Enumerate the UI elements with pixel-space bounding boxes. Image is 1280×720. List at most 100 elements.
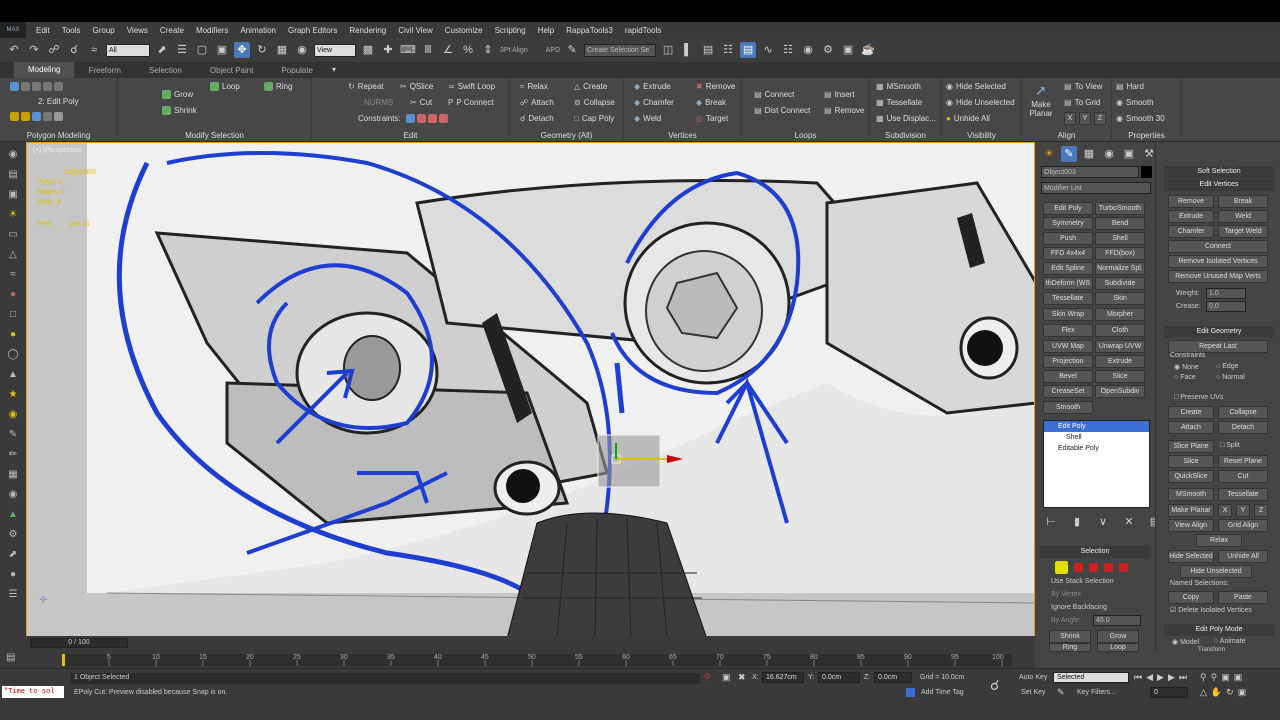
tessellate-button-rollout[interactable]: Tessellate (1218, 488, 1268, 501)
mod-skin-button[interactable]: Skin (1095, 292, 1145, 305)
app-logo[interactable]: MAX (0, 22, 26, 38)
align-x-button[interactable]: X (1064, 112, 1076, 125)
light-icon[interactable]: ☀ (5, 208, 21, 222)
extrude-button-rollout[interactable]: Extrude (1168, 210, 1214, 223)
create-button-rollout[interactable]: Create (1168, 406, 1214, 419)
element-level-icon[interactable] (1119, 563, 1128, 572)
selection-rollout-title[interactable]: Selection (1039, 546, 1151, 558)
loop-button-panel[interactable]: Loop (1097, 643, 1139, 652)
zoom-icon[interactable]: ⚲ (1200, 672, 1207, 683)
mod-cloth-button[interactable]: Cloth (1095, 324, 1145, 337)
orbit-icon[interactable]: ↻ (1226, 687, 1234, 698)
paint-icon[interactable]: ✎ (5, 428, 21, 442)
border-level-icon[interactable] (1089, 563, 1098, 572)
target-weld-button-rollout[interactable]: Target Weld (1218, 225, 1268, 238)
menu-rappatools3[interactable]: RappaTools3 (560, 26, 619, 35)
remove-unused-map-verts-button[interactable]: Remove Unused Map Verts (1168, 270, 1268, 283)
cone-icon[interactable]: ▲ (5, 368, 21, 382)
selection-set-dropdown[interactable]: Create Selection Se (584, 43, 657, 57)
extrude-button[interactable]: ◆ Extrude (634, 82, 671, 91)
mod-symmetry-button[interactable]: Symmetry (1043, 217, 1093, 230)
tab-object-paint[interactable]: Object Paint (196, 66, 268, 75)
constraint-edge-icon[interactable] (417, 114, 426, 123)
mod-morpher-button[interactable]: Morpher (1095, 308, 1145, 321)
viewport-label[interactable]: [+] [Perspective (33, 147, 81, 154)
smooth-button[interactable]: ◉ Smooth (1116, 98, 1154, 107)
polygon-level-icon[interactable] (1104, 563, 1113, 572)
lock-selection-icon[interactable]: ▣ (722, 672, 731, 683)
layer-icon[interactable]: ▤ (5, 168, 21, 182)
render-setup-icon[interactable]: ⚙ (820, 42, 836, 58)
layer-explorer-icon[interactable]: ▤ (700, 42, 716, 58)
display-tab-icon[interactable]: ▣ (1121, 146, 1137, 162)
zoom-all-icon[interactable]: ⚲ (1211, 672, 1218, 683)
menu-scripting[interactable]: Scripting (489, 26, 532, 35)
mod-uvw-map-button[interactable]: UVW Map (1043, 340, 1093, 353)
grid-icon[interactable]: ▦ (5, 468, 21, 482)
align-title[interactable]: Align (1022, 131, 1111, 140)
angle-spinner[interactable]: 45.0 (1093, 615, 1141, 626)
selected-set-dropdown[interactable]: Selected (1053, 672, 1129, 683)
zoom-extents-all-icon[interactable]: ▣ (1234, 672, 1243, 683)
mod-turbosmooth-button[interactable]: TurboSmooth (1095, 202, 1145, 215)
menu-civil-view[interactable]: Civil View (392, 26, 439, 35)
mod-smooth-button[interactable]: Smooth (1043, 401, 1093, 414)
maximize-viewport-icon[interactable]: ▣ (1238, 687, 1247, 698)
mod-bevel-button[interactable]: Bevel (1043, 370, 1093, 383)
set-keys-icon[interactable]: ✎ (1057, 687, 1065, 698)
by-angle-checkbox[interactable]: By Angle: (1051, 617, 1081, 624)
globe-icon[interactable]: ◉ (5, 488, 21, 502)
modifier-stack-list[interactable]: Edit Poly Shell Editable Poly (1043, 420, 1150, 508)
maxscript-listener[interactable]: "Time to sol (2, 686, 64, 698)
edit-title[interactable]: Edit (312, 131, 509, 140)
isolate-icon[interactable]: ⚲ (704, 672, 711, 683)
model-radio[interactable]: ◉ Model (1172, 638, 1199, 646)
preview-icon[interactable] (32, 112, 41, 121)
collapse-button-rollout[interactable]: Collapse (1218, 406, 1268, 419)
z-coord-field[interactable]: 0.0cm (874, 672, 912, 683)
edit-poly-mode-rollout[interactable]: Edit Poly Mode (1164, 624, 1274, 636)
next-frame-icon[interactable]: ▶ (1168, 672, 1175, 683)
weight-spinner[interactable]: 1.0 (1206, 288, 1246, 299)
render-icon[interactable]: ☕ (860, 42, 876, 58)
shrink-button-panel[interactable]: Shrink (1049, 630, 1091, 643)
subdivision-title[interactable]: Subdivision (870, 131, 941, 140)
spinner-snap-icon[interactable]: ⇕ (480, 42, 496, 58)
ribbon-options-icon[interactable]: ▾ (327, 65, 341, 75)
fov-icon[interactable]: △ (1200, 687, 1207, 698)
smooth-30-button[interactable]: ◉ Smooth 30 (1116, 114, 1165, 123)
edit-named-sets-icon[interactable]: ✎ (564, 42, 580, 58)
shrink-button[interactable]: Shrink (162, 106, 197, 115)
auto-key-button[interactable]: Auto Key (1019, 674, 1047, 681)
spacewarp-icon[interactable]: ≈ (5, 268, 21, 282)
mod-extrude-button[interactable]: Extrude (1095, 355, 1145, 368)
keyboard-shortcut-icon[interactable]: ⌨ (400, 42, 416, 58)
helper-icon[interactable]: △ (5, 248, 21, 262)
vertices-title[interactable]: Vertices (624, 131, 741, 140)
view-align-button[interactable]: View Align (1168, 519, 1214, 532)
geometry-title[interactable]: Geometry (All) (510, 131, 623, 140)
unhide-all-button[interactable]: ● Unhide All (946, 114, 990, 123)
mod-normalize-spline-button[interactable]: Normalize Spl. (1095, 262, 1145, 275)
collapse-button[interactable]: ⊜ Collapse (574, 98, 615, 107)
absolute-mode-icon[interactable]: ✖ (738, 672, 746, 683)
window-crossing-icon[interactable]: ▣ (214, 42, 230, 58)
system-icon[interactable]: ● (5, 288, 21, 302)
insert-loop-button[interactable]: ▤ Insert (824, 90, 855, 99)
constraint-face-icon[interactable] (428, 114, 437, 123)
detach-button-rollout[interactable]: Detach (1218, 421, 1268, 434)
curve-editor-icon[interactable]: ∿ (760, 42, 776, 58)
msmooth-button-rollout[interactable]: MSmooth (1168, 488, 1214, 501)
torus-icon[interactable]: ◉ (5, 408, 21, 422)
weld-button[interactable]: ◆ Weld (634, 114, 661, 123)
align-z-button[interactable]: Z (1094, 112, 1106, 125)
constraint-normal-icon[interactable] (439, 114, 448, 123)
paste-button-rollout[interactable]: Paste (1218, 591, 1268, 604)
align-y-button[interactable]: Y (1079, 112, 1091, 125)
polygon-modeling-title[interactable]: Polygon Modeling (0, 131, 117, 140)
sphere-icon[interactable]: ● (5, 328, 21, 342)
element-mode-icon[interactable] (54, 82, 63, 91)
chamfer-button[interactable]: ◆ Chamfer (634, 98, 674, 107)
redo-icon[interactable]: ↷ (26, 42, 42, 58)
hard-button[interactable]: ▤ Hard (1116, 82, 1144, 91)
